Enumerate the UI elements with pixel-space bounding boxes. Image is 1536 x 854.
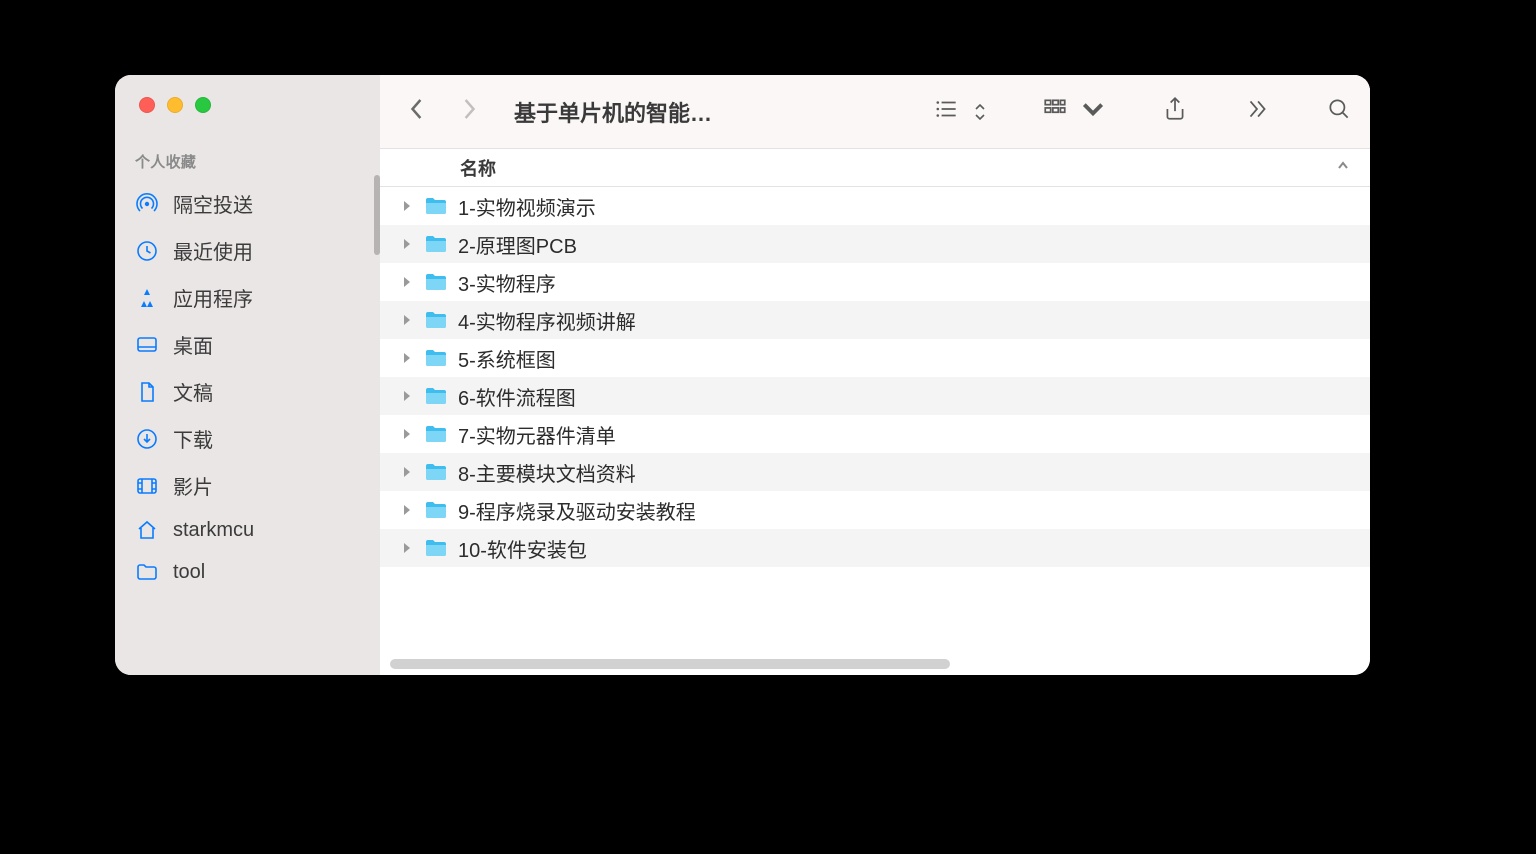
file-row[interactable]: 2-原理图PCB (380, 225, 1370, 263)
home-icon (135, 518, 159, 542)
list-view-icon (934, 96, 960, 127)
sidebar-item-home[interactable]: starkmcu (115, 509, 380, 551)
disclosure-triangle-icon[interactable] (400, 276, 414, 288)
file-name: 7-实物元器件清单 (458, 420, 616, 449)
horizontal-scrollbar[interactable] (390, 659, 1360, 669)
folder-icon (424, 196, 448, 216)
toolbar: 基于单片机的智能… (380, 75, 1370, 149)
sidebar-section-heading: 个人收藏 (115, 113, 380, 180)
file-row[interactable]: 5-系统框图 (380, 339, 1370, 377)
sidebar-item-documents[interactable]: 文稿 (115, 368, 380, 415)
sidebar-item-label: tool (173, 561, 205, 584)
folder-icon (135, 560, 159, 584)
file-name: 6-软件流程图 (458, 382, 576, 411)
file-name: 2-原理图PCB (458, 230, 577, 259)
disclosure-triangle-icon[interactable] (400, 428, 414, 440)
file-row[interactable]: 1-实物视频演示 (380, 187, 1370, 225)
file-name: 9-程序烧录及驱动安装教程 (458, 496, 696, 525)
folder-icon (424, 500, 448, 520)
folder-icon (424, 310, 448, 330)
desktop-icon (135, 333, 159, 357)
back-button[interactable] (408, 95, 426, 128)
view-options-button[interactable] (934, 96, 986, 127)
file-name: 3-实物程序 (458, 268, 556, 297)
sidebar-item-label: 隔空投送 (173, 189, 253, 218)
sidebar: 个人收藏 隔空投送 最近使用 (115, 75, 380, 675)
sidebar-item-downloads[interactable]: 下载 (115, 415, 380, 462)
sidebar-item-desktop[interactable]: 桌面 (115, 321, 380, 368)
document-icon (135, 380, 159, 404)
close-window-button[interactable] (139, 97, 155, 113)
folder-icon (424, 538, 448, 558)
disclosure-triangle-icon[interactable] (400, 238, 414, 250)
horizontal-scrollbar-thumb[interactable] (390, 659, 950, 669)
applications-icon (135, 286, 159, 310)
grid-group-icon (1042, 96, 1068, 127)
movies-icon (135, 474, 159, 498)
folder-icon (424, 462, 448, 482)
disclosure-triangle-icon[interactable] (400, 352, 414, 364)
share-icon (1162, 96, 1188, 127)
sort-ascending-icon (1336, 157, 1350, 178)
sidebar-item-label: 最近使用 (173, 236, 253, 265)
file-list: 1-实物视频演示 2-原理图PCB 3-实物程序 4-实物程序视频讲解 5-系统框图 6-… (380, 187, 1370, 675)
file-name: 1-实物视频演示 (458, 192, 596, 221)
disclosure-triangle-icon[interactable] (400, 504, 414, 516)
forward-button[interactable] (460, 95, 478, 128)
window-controls (115, 75, 380, 113)
file-row[interactable]: 3-实物程序 (380, 263, 1370, 301)
sidebar-item-label: starkmcu (173, 519, 254, 542)
sidebar-item-label: 文稿 (173, 377, 213, 406)
search-icon (1326, 96, 1352, 127)
folder-icon (424, 424, 448, 444)
file-name: 4-实物程序视频讲解 (458, 306, 636, 335)
file-row[interactable]: 7-实物元器件清单 (380, 415, 1370, 453)
finder-window: 个人收藏 隔空投送 最近使用 (115, 75, 1370, 675)
file-row[interactable]: 8-主要模块文档资料 (380, 453, 1370, 491)
folder-icon (424, 348, 448, 368)
sidebar-items: 隔空投送 最近使用 应用程序 (115, 180, 380, 593)
main-pane: 基于单片机的智能… (380, 75, 1370, 675)
disclosure-triangle-icon[interactable] (400, 542, 414, 554)
share-button[interactable] (1162, 96, 1188, 127)
sidebar-item-label: 影片 (173, 471, 213, 500)
disclosure-triangle-icon[interactable] (400, 200, 414, 212)
file-name: 8-主要模块文档资料 (458, 458, 636, 487)
clock-icon (135, 239, 159, 263)
airdrop-icon (135, 192, 159, 216)
file-row[interactable]: 9-程序烧录及驱动安装教程 (380, 491, 1370, 529)
folder-icon (424, 386, 448, 406)
sidebar-item-label: 下载 (173, 424, 213, 453)
search-button[interactable] (1326, 96, 1352, 127)
column-header-label: 名称 (460, 155, 496, 181)
disclosure-triangle-icon[interactable] (400, 466, 414, 478)
disclosure-triangle-icon[interactable] (400, 390, 414, 402)
fullscreen-window-button[interactable] (195, 97, 211, 113)
sidebar-item-airdrop[interactable]: 隔空投送 (115, 180, 380, 227)
sidebar-item-tool[interactable]: tool (115, 551, 380, 593)
sidebar-item-movies[interactable]: 影片 (115, 462, 380, 509)
double-chevron-right-icon (1244, 96, 1270, 127)
file-row[interactable]: 6-软件流程图 (380, 377, 1370, 415)
more-button[interactable] (1244, 96, 1270, 127)
sidebar-item-recents[interactable]: 最近使用 (115, 227, 380, 274)
up-down-chevron-icon (974, 102, 986, 122)
disclosure-triangle-icon[interactable] (400, 314, 414, 326)
download-icon (135, 427, 159, 451)
column-header-name[interactable]: 名称 (380, 149, 1370, 187)
folder-icon (424, 272, 448, 292)
folder-icon (424, 234, 448, 254)
sidebar-item-applications[interactable]: 应用程序 (115, 274, 380, 321)
file-name: 5-系统框图 (458, 344, 556, 373)
file-row[interactable]: 10-软件安装包 (380, 529, 1370, 567)
window-title: 基于单片机的智能… (514, 96, 712, 128)
file-row[interactable]: 4-实物程序视频讲解 (380, 301, 1370, 339)
group-by-button[interactable] (1042, 96, 1106, 127)
sidebar-item-label: 桌面 (173, 330, 213, 359)
file-name: 10-软件安装包 (458, 534, 587, 563)
minimize-window-button[interactable] (167, 97, 183, 113)
chevron-down-icon (1080, 96, 1106, 127)
sidebar-item-label: 应用程序 (173, 283, 253, 312)
